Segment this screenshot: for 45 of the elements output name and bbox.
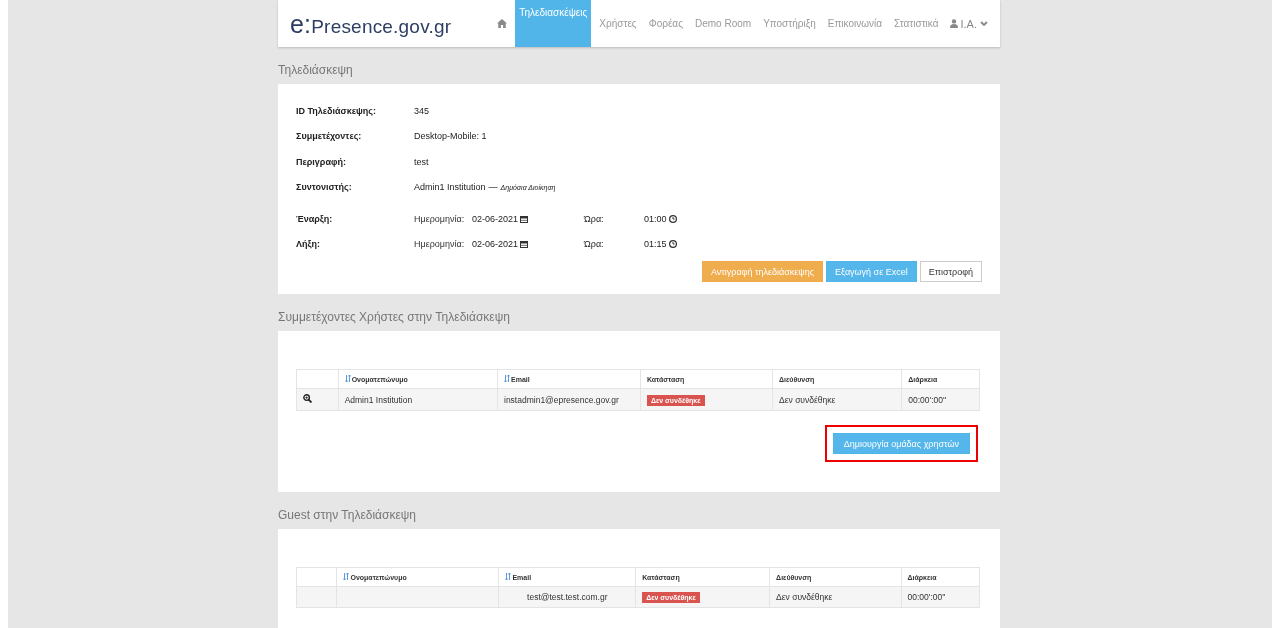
field-label: Έναρξη: <box>296 213 334 224</box>
nav-link[interactable]: Χρήστες <box>595 18 641 29</box>
clock-icon <box>668 240 677 249</box>
calendar-icon <box>520 240 529 249</box>
time-value: 01:15 <box>644 239 667 250</box>
field-label: Συντονιστής: <box>296 182 353 193</box>
field-label: Περιγραφή: <box>296 156 347 167</box>
time-label: Ώρα: <box>584 239 605 250</box>
dash-text: — <box>488 182 498 193</box>
field-value: test <box>414 156 429 167</box>
field-label: ID Τηλεδιάσκεψης: <box>296 105 377 116</box>
section-title: Συμμετέχοντες Χρήστες στην Τηλεδιάσκεψη <box>278 309 511 326</box>
field-value: Admin1 Institution <box>414 182 486 193</box>
action-button[interactable]: Αντιγραφή τηλεδιάσκεψης <box>701 261 824 282</box>
field-label: Συμμετέχοντες: <box>296 131 363 142</box>
action-button[interactable]: Επιστροφή <box>919 261 982 282</box>
time-label: Ώρα: <box>584 213 605 224</box>
date-label: Ημερομηνία: <box>414 239 466 250</box>
nav-link[interactable]: Τηλεδιασκέψεις <box>515 0 592 47</box>
table-cell: Admin1 Institution <box>338 388 498 411</box>
nav-link[interactable]: Demo Room <box>691 18 756 29</box>
section-title: Τηλεδιάσκεψη <box>278 62 354 79</box>
field-value: 345 <box>414 105 430 116</box>
site-logo[interactable]: e:Presence.gov.gr <box>290 10 452 39</box>
nav-link[interactable]: Στατιστικά <box>890 18 943 29</box>
date-value: 02-06-2021 <box>472 213 519 224</box>
nav-link[interactable]: Φορέας <box>644 18 687 29</box>
nav-link[interactable]: Υποστήριξη <box>759 18 820 29</box>
zoom-icon[interactable] <box>303 394 312 403</box>
create-group-button[interactable]: Δημιουργία ομάδας χρηστών <box>832 433 970 454</box>
action-button[interactable]: Εξαγωγή σε Excel <box>826 261 917 282</box>
field-label: Λήξη: <box>296 239 321 250</box>
clock-icon <box>668 214 677 223</box>
time-value: 01:00 <box>644 213 667 224</box>
date-label: Ημερομηνία: <box>414 213 466 224</box>
home-icon[interactable] <box>497 19 508 28</box>
section-title: Guest στην Τηλεδιάσκεψη <box>278 507 418 524</box>
table-cell: instadmin1@epresence.gov.gr <box>497 388 641 411</box>
date-value: 02-06-2021 <box>472 239 519 250</box>
nav-link[interactable]: Επικοινωνία <box>823 18 886 29</box>
user-icon <box>950 19 959 28</box>
field-value: Desktop-Mobile: 1 <box>414 131 487 142</box>
calendar-icon <box>520 214 529 223</box>
chevron-down-icon[interactable] <box>980 20 988 27</box>
user-menu[interactable]: I.A. <box>960 17 977 30</box>
